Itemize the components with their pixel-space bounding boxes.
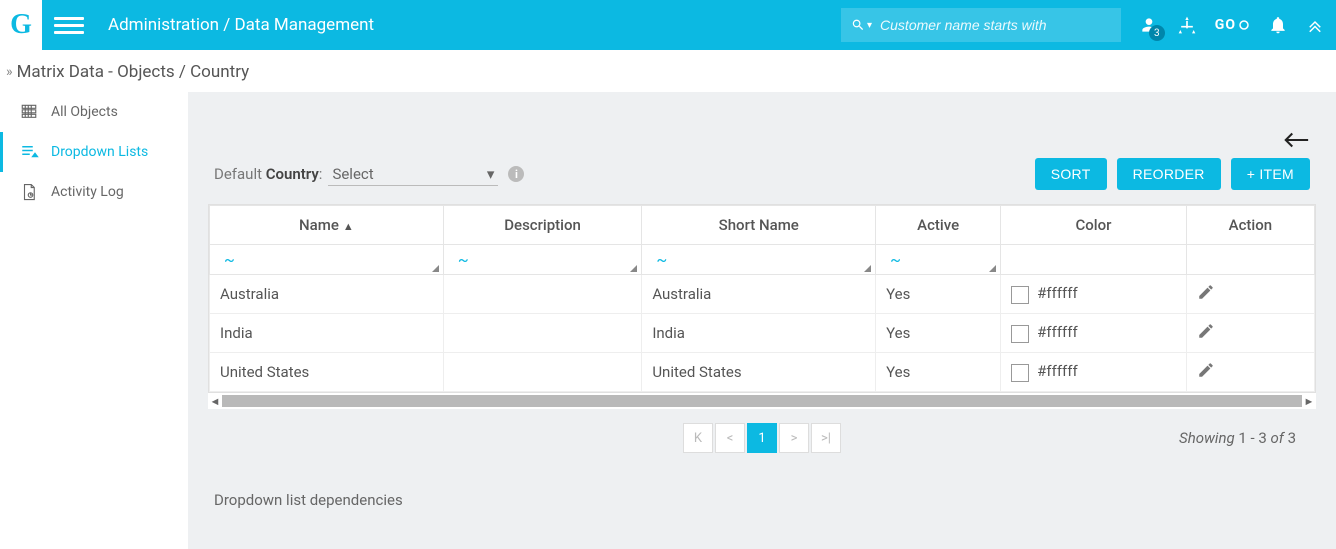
col-description[interactable]: Description — [443, 206, 642, 245]
sort-button[interactable]: SORT — [1035, 158, 1107, 190]
cell-short-name: United States — [642, 353, 876, 392]
search-icon — [851, 17, 865, 33]
grid-icon — [19, 103, 39, 121]
cell-name: United States — [210, 353, 444, 392]
page-title-row: » Matrix Data - Objects / Country — [0, 50, 1336, 92]
sidebar-item-label: Activity Log — [51, 184, 124, 200]
cell-description — [443, 275, 642, 314]
showing-text: Showing 1 - 3 of 3 — [1179, 429, 1296, 447]
cell-name: India — [210, 314, 444, 353]
collapse-icon[interactable] — [1306, 16, 1324, 34]
cell-short-name: India — [642, 314, 876, 353]
list-icon — [19, 143, 39, 161]
filter-action — [1186, 245, 1314, 275]
go-button[interactable]: GO — [1215, 17, 1250, 33]
scroll-left-icon[interactable]: ◄ — [208, 395, 222, 408]
col-active[interactable]: Active — [876, 206, 1001, 245]
cell-description — [443, 353, 642, 392]
horizontal-scrollbar[interactable]: ◄ ► — [208, 393, 1316, 409]
filter-short-name[interactable]: ~ — [642, 245, 875, 274]
filter-description[interactable]: ~ — [444, 245, 642, 274]
cell-active: Yes — [876, 314, 1001, 353]
cell-description — [443, 314, 642, 353]
page-first[interactable]: K — [683, 423, 713, 453]
filter-name[interactable]: ~ — [210, 245, 443, 274]
sidebar-item-activity-log[interactable]: Activity Log — [0, 172, 188, 212]
table-row: AustraliaAustraliaYes#ffffff — [210, 275, 1315, 314]
cell-name: Australia — [210, 275, 444, 314]
sidebar-item-all-objects[interactable]: All Objects — [0, 92, 188, 132]
info-icon[interactable]: i — [508, 166, 524, 182]
filter-color[interactable] — [1001, 245, 1187, 275]
table-row: United StatesUnited StatesYes#ffffff — [210, 353, 1315, 392]
filter-active[interactable]: ~ — [876, 245, 1000, 274]
cell-color: #ffffff — [1001, 353, 1187, 392]
search-input[interactable] — [880, 17, 1111, 33]
back-arrow-icon[interactable] — [1282, 130, 1310, 154]
sidebar-item-label: Dropdown Lists — [51, 144, 148, 160]
cell-color: #ffffff — [1001, 275, 1187, 314]
col-color[interactable]: Color — [1001, 206, 1187, 245]
default-country-select[interactable]: Select▾ — [328, 163, 498, 186]
page-prev[interactable]: < — [715, 423, 745, 453]
edit-icon[interactable] — [1197, 365, 1215, 383]
default-country-label: Default Country: — [214, 165, 322, 183]
org-icon[interactable] — [1177, 15, 1197, 35]
content-area: Default Country: Select▾ i SORT REORDER … — [188, 92, 1336, 549]
bell-icon[interactable] — [1268, 15, 1288, 35]
breadcrumb[interactable]: Administration / Data Management — [108, 15, 374, 35]
reorder-button[interactable]: REORDER — [1117, 158, 1221, 190]
cell-action — [1186, 275, 1314, 314]
sidebar-item-label: All Objects — [51, 104, 118, 120]
top-bar: G Administration / Data Management ▾ 3 G… — [0, 0, 1336, 50]
col-short-name[interactable]: Short Name — [642, 206, 876, 245]
table-row: IndiaIndiaYes#ffffff — [210, 314, 1315, 353]
pagination: K < 1 > >| — [683, 423, 841, 453]
col-action[interactable]: Action — [1186, 206, 1314, 245]
cell-color: #ffffff — [1001, 314, 1187, 353]
col-name[interactable]: Name▲ — [210, 206, 444, 245]
page-title: Matrix Data - Objects / Country — [17, 62, 250, 82]
app-logo[interactable]: G — [0, 0, 42, 50]
page-next[interactable]: > — [779, 423, 809, 453]
edit-icon[interactable] — [1197, 287, 1215, 305]
edit-icon[interactable] — [1197, 326, 1215, 344]
add-item-button[interactable]: + ITEM — [1231, 158, 1310, 190]
expand-icon[interactable]: » — [6, 64, 13, 80]
sidebar-item-dropdown-lists[interactable]: Dropdown Lists — [0, 132, 188, 172]
country-table: Name▲ Description Short Name Active Colo… — [208, 204, 1316, 393]
sort-asc-icon: ▲ — [343, 220, 354, 233]
scroll-right-icon[interactable]: ► — [1302, 395, 1316, 408]
global-search[interactable]: ▾ — [841, 8, 1121, 42]
search-scope-caret-icon[interactable]: ▾ — [867, 20, 872, 31]
user-icon[interactable]: 3 — [1139, 15, 1159, 35]
page-last[interactable]: >| — [811, 423, 841, 453]
cell-active: Yes — [876, 353, 1001, 392]
cell-active: Yes — [876, 275, 1001, 314]
left-sidebar: All Objects Dropdown Lists Activity Log — [0, 92, 188, 549]
cell-action — [1186, 314, 1314, 353]
user-badge: 3 — [1149, 25, 1165, 41]
page-current[interactable]: 1 — [747, 423, 777, 453]
dependencies-heading: Dropdown list dependencies — [188, 467, 1336, 549]
menu-toggle-icon[interactable] — [54, 13, 84, 38]
log-icon — [19, 183, 39, 201]
cell-short-name: Australia — [642, 275, 876, 314]
cell-action — [1186, 353, 1314, 392]
